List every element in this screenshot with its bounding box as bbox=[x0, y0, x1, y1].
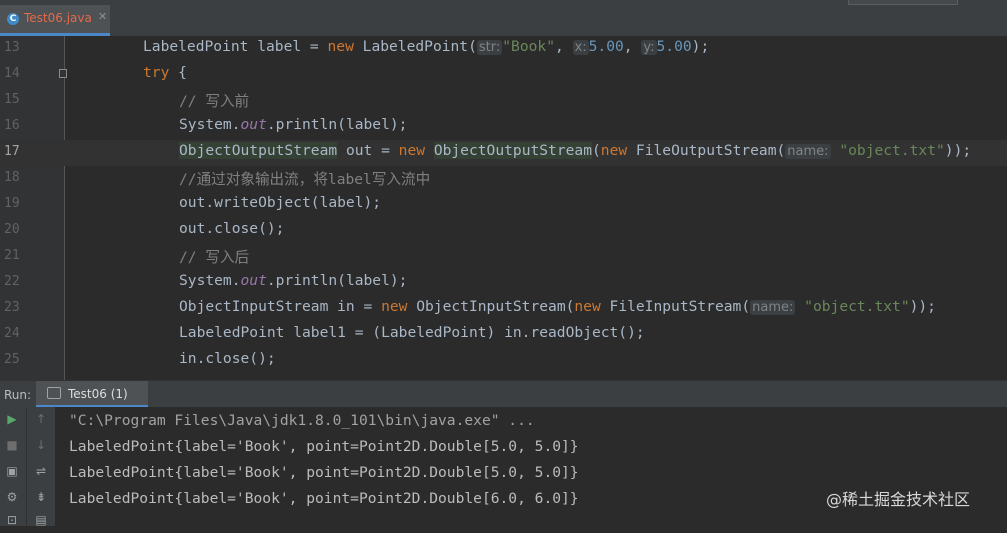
editor-tab-label: Test06.java bbox=[24, 11, 92, 25]
code-text: ObjectOutputStream out = new ObjectOutpu… bbox=[179, 142, 972, 159]
code-text: out.writeObject(label); bbox=[179, 194, 382, 211]
run-toolbar-left: ▶ ■ ▣ ⚙ ⊡ bbox=[0, 407, 26, 527]
line-number: 23 bbox=[4, 300, 20, 315]
settings-icon[interactable]: ⚙ bbox=[2, 490, 22, 510]
line-number: 18 bbox=[4, 170, 20, 185]
code-line-23[interactable]: 23 ObjectInputStream in = new ObjectInpu… bbox=[0, 296, 1007, 322]
console-command-line: "C:\Program Files\Java\jdk1.8.0_101\bin\… bbox=[69, 412, 535, 429]
code-text: //通过对象输出流，将label写入流中 bbox=[179, 171, 431, 188]
code-text: // 写入前 bbox=[179, 93, 250, 110]
print-icon[interactable]: ▤ bbox=[31, 513, 51, 533]
editor-tab-test06[interactable]: C Test06.java ✕ bbox=[0, 5, 110, 36]
code-text: LabeledPoint label1 = (LabeledPoint) in.… bbox=[179, 324, 645, 341]
code-text: out.close(); bbox=[179, 220, 285, 237]
line-number: 15 bbox=[4, 92, 20, 107]
scroll-down-icon[interactable]: ↓ bbox=[31, 438, 51, 458]
code-line-22[interactable]: 22 System.out.println(label); bbox=[0, 270, 1007, 296]
line-number: 20 bbox=[4, 222, 20, 237]
line-number: 13 bbox=[4, 40, 20, 55]
line-number: 14 bbox=[4, 66, 20, 81]
run-tab-test06[interactable]: Test06 (1) bbox=[36, 381, 148, 408]
code-line-13[interactable]: 13 LabeledPoint label = new LabeledPoint… bbox=[0, 36, 1007, 62]
camera-icon[interactable]: ▣ bbox=[2, 464, 22, 484]
console-output-line: LabeledPoint{label='Book', point=Point2D… bbox=[69, 464, 579, 481]
console-output-line: LabeledPoint{label='Book', point=Point2D… bbox=[69, 438, 579, 455]
code-text: in.close(); bbox=[179, 350, 276, 367]
param-hint: x: bbox=[572, 40, 589, 55]
code-line-19[interactable]: 19 out.writeObject(label); bbox=[0, 192, 1007, 218]
fold-marker-icon[interactable] bbox=[59, 69, 67, 78]
run-toolbar-right: ↑ ↓ ⇌ ⇟ ▤ bbox=[26, 407, 55, 527]
code-line-16[interactable]: 16 System.out.println(label); bbox=[0, 114, 1007, 140]
code-line-25[interactable]: 25 in.close(); bbox=[0, 348, 1007, 374]
code-line-21[interactable]: 21 // 写入后 bbox=[0, 244, 1007, 270]
code-line-15[interactable]: 15 // 写入前 bbox=[0, 88, 1007, 114]
param-hint: name: bbox=[750, 300, 796, 315]
java-class-icon: C bbox=[7, 13, 19, 25]
param-hint: str: bbox=[476, 40, 503, 55]
rerun-icon[interactable]: ▶ bbox=[2, 412, 22, 432]
console-output-line: LabeledPoint{label='Book', point=Point2D… bbox=[69, 490, 579, 507]
param-hint: y: bbox=[641, 40, 657, 55]
line-number: 22 bbox=[4, 274, 20, 289]
stop-icon[interactable]: ■ bbox=[2, 438, 22, 458]
line-number: 21 bbox=[4, 248, 20, 263]
code-text: ObjectInputStream in = new ObjectInputSt… bbox=[179, 298, 936, 315]
line-number: 24 bbox=[4, 326, 20, 341]
scroll-up-icon[interactable]: ↑ bbox=[31, 412, 51, 432]
search-field[interactable] bbox=[848, 0, 958, 5]
code-text: System.out.println(label); bbox=[179, 272, 408, 289]
line-number: 25 bbox=[4, 352, 20, 367]
param-hint: name: bbox=[785, 144, 831, 159]
run-tool-window-header: Run: Test06 (1) bbox=[0, 380, 1007, 408]
watermark: @稀土掘金技术社区 bbox=[826, 490, 971, 509]
code-line-18[interactable]: 18 //通过对象输出流，将label写入流中 bbox=[0, 166, 1007, 192]
code-editor[interactable]: 13 LabeledPoint label = new LabeledPoint… bbox=[0, 36, 1007, 380]
code-line-17[interactable]: 17 ObjectOutputStream out = new ObjectOu… bbox=[0, 140, 1007, 166]
code-text: System.out.println(label); bbox=[179, 116, 408, 133]
close-icon[interactable]: ✕ bbox=[98, 10, 107, 23]
code-text: try { bbox=[143, 64, 187, 81]
line-number: 16 bbox=[4, 118, 20, 133]
run-tab-label: Test06 (1) bbox=[68, 387, 128, 401]
code-text: // 写入后 bbox=[179, 249, 250, 266]
code-text: LabeledPoint label = new LabeledPoint(st… bbox=[143, 38, 710, 55]
code-line-20[interactable]: 20 out.close(); bbox=[0, 218, 1007, 244]
code-line-14[interactable]: 14 try { bbox=[0, 62, 1007, 88]
run-label: Run: bbox=[4, 388, 32, 402]
code-line-24[interactable]: 24 LabeledPoint label1 = (LabeledPoint) … bbox=[0, 322, 1007, 348]
pin-icon[interactable]: ⊡ bbox=[2, 513, 22, 533]
run-config-icon bbox=[47, 387, 61, 399]
line-number: 17 bbox=[4, 144, 20, 159]
scroll-to-end-icon[interactable]: ⇟ bbox=[31, 490, 51, 510]
line-number: 19 bbox=[4, 196, 20, 211]
editor-tab-bar: C Test06.java ✕ bbox=[0, 0, 1007, 36]
soft-wrap-icon[interactable]: ⇌ bbox=[31, 464, 51, 484]
